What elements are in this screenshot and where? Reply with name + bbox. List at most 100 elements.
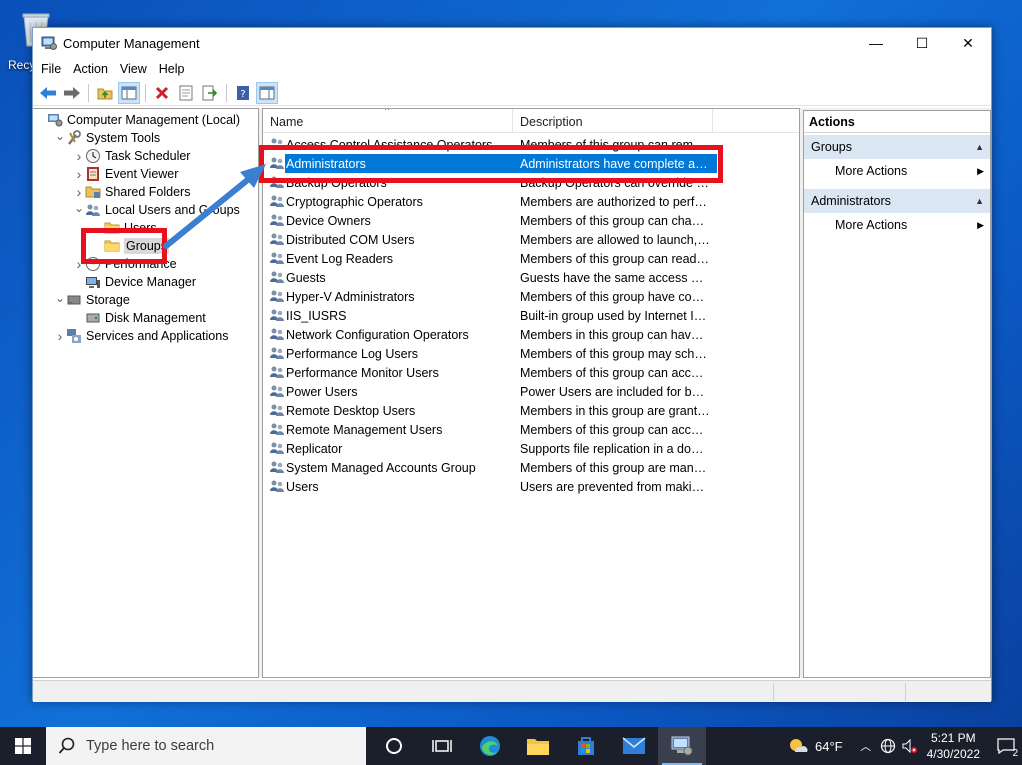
- group-row[interactable]: Users Users are prevented from making ...: [263, 477, 799, 496]
- taskbar-search-box[interactable]: Type here to search: [46, 727, 366, 765]
- group-icon: [270, 404, 284, 416]
- menu-action[interactable]: Action: [67, 58, 114, 80]
- group-row[interactable]: Remote Desktop Users Members in this grou…: [263, 401, 799, 420]
- tree-item-local-users-and-groups[interactable]: ⌄ Local Users and Groups: [73, 201, 240, 219]
- window-title: Computer Management: [63, 35, 200, 51]
- show-hidden-icons-button[interactable]: ︿: [856, 727, 876, 765]
- menu-help[interactable]: Help: [153, 58, 191, 80]
- start-button[interactable]: [0, 727, 46, 765]
- actions-section-groups[interactable]: Groups ▲: [804, 135, 990, 159]
- collapsed-chevron-icon[interactable]: ›: [73, 147, 85, 165]
- toolbar-separator: [88, 83, 89, 102]
- status-bar: [33, 680, 991, 702]
- group-row[interactable]: IIS_IUSRS Built-in group used by Internet…: [263, 306, 799, 325]
- actions-section-label: Groups: [811, 140, 852, 154]
- edge-taskbar-button[interactable]: [466, 727, 514, 765]
- task-view-button[interactable]: [418, 727, 466, 765]
- menu-view[interactable]: View: [114, 58, 153, 80]
- submenu-arrow-icon: ▶: [977, 219, 984, 230]
- help-button[interactable]: ?: [232, 82, 254, 104]
- tree-item-device-manager[interactable]: Device Manager: [73, 273, 196, 291]
- actions-section-administrators[interactable]: Administrators ▲: [804, 189, 990, 213]
- weather-widget[interactable]: 64°F: [787, 736, 843, 756]
- tree-item-storage[interactable]: ⌄ Storage: [54, 291, 130, 309]
- volume-button[interactable]: [900, 727, 920, 765]
- expanded-chevron-icon[interactable]: ⌄: [54, 127, 66, 145]
- close-button[interactable]: ✕: [945, 28, 991, 58]
- system-tools-icon: [68, 130, 81, 145]
- delete-button[interactable]: [151, 82, 173, 104]
- clock[interactable]: 5:21 PM 4/30/2022: [927, 730, 980, 762]
- store-taskbar-button[interactable]: [562, 727, 610, 765]
- collapse-triangle-icon: ▲: [975, 196, 984, 206]
- file-explorer-taskbar-button[interactable]: [514, 727, 562, 765]
- disk-icon: [86, 313, 100, 323]
- network-button[interactable]: [878, 727, 898, 765]
- clock-date: 4/30/2022: [926, 747, 980, 761]
- group-description: Members are authorized to perfor...: [520, 194, 710, 209]
- group-description: Power Users are included for back...: [520, 384, 710, 399]
- group-name: Performance Monitor Users: [286, 365, 439, 380]
- group-name: IIS_IUSRS: [286, 308, 347, 323]
- folder-up-icon: [97, 88, 113, 99]
- title-bar[interactable]: Computer Management — ☐ ✕: [33, 28, 991, 58]
- group-row[interactable]: Performance Log Users Members of this gro…: [263, 344, 799, 363]
- event-viewer-icon: [87, 167, 99, 181]
- console-tree: Computer Management (Local) ⌄ System Tools…: [33, 108, 259, 678]
- more-actions-groups[interactable]: More Actions ▶: [804, 159, 990, 183]
- group-row[interactable]: Distributed COM Users Members are allowed…: [263, 230, 799, 249]
- group-row[interactable]: Guests Guests have the same access as m..…: [263, 268, 799, 287]
- list-header: Name ^ Description: [263, 109, 799, 133]
- column-header-description[interactable]: Description: [513, 109, 713, 133]
- menu-file[interactable]: File: [35, 58, 67, 80]
- group-row[interactable]: System Managed Accounts Group Members of …: [263, 458, 799, 477]
- computer-management-taskbar-button[interactable]: [658, 727, 706, 765]
- tree-item-task-scheduler[interactable]: › Task Scheduler: [73, 147, 191, 165]
- computer-management-icon: [671, 736, 693, 756]
- up-one-level-button[interactable]: [94, 82, 116, 104]
- group-icon: [270, 309, 284, 321]
- expanded-chevron-icon[interactable]: ⌄: [73, 199, 85, 217]
- group-row[interactable]: Hyper-V Administrators Members of this gr…: [263, 287, 799, 306]
- back-button[interactable]: [37, 82, 59, 104]
- collapsed-chevron-icon[interactable]: ›: [73, 165, 85, 183]
- group-row[interactable]: Performance Monitor Users Members of this…: [263, 363, 799, 382]
- actions-title: Actions: [804, 111, 990, 133]
- group-name: Replicator: [286, 441, 343, 456]
- tree-item-event-viewer[interactable]: › Event Viewer: [73, 165, 179, 183]
- group-description: Members of this group have com...: [520, 289, 710, 304]
- cortana-button[interactable]: [370, 727, 418, 765]
- group-row[interactable]: Remote Management Users Members of this g…: [263, 420, 799, 439]
- group-row[interactable]: Device Owners Members of this group can c…: [263, 211, 799, 230]
- minimize-button[interactable]: —: [853, 28, 899, 58]
- notification-center-button[interactable]: 2: [991, 727, 1021, 765]
- tree-item-shared-folders[interactable]: › Shared Folders: [73, 183, 191, 201]
- help-icon: ?: [237, 85, 249, 100]
- show-hide-action-pane-button[interactable]: [256, 81, 278, 104]
- tree-item-label: Disk Management: [105, 311, 206, 325]
- group-name: System Managed Accounts Group: [286, 460, 476, 475]
- show-hide-console-tree-button[interactable]: [118, 81, 140, 104]
- group-row[interactable]: Cryptographic Operators Members are autho…: [263, 192, 799, 211]
- tree-item-system-tools[interactable]: ⌄ System Tools: [54, 129, 160, 147]
- mail-taskbar-button[interactable]: [610, 727, 658, 765]
- group-row[interactable]: Event Log Readers Members of this group c…: [263, 249, 799, 268]
- forward-button[interactable]: [61, 82, 83, 104]
- properties-button[interactable]: [175, 82, 197, 104]
- group-row[interactable]: Network Configuration Operators Members i…: [263, 325, 799, 344]
- tree-item-services-and-applications[interactable]: › Services and Applications: [54, 327, 229, 345]
- collapsed-chevron-icon[interactable]: ›: [54, 327, 66, 345]
- group-row[interactable]: Power Users Power Users are included for …: [263, 382, 799, 401]
- tree-item-disk-management[interactable]: Disk Management: [73, 309, 206, 327]
- weather-temperature: 64°F: [815, 738, 843, 754]
- group-description: Members of this group can acces...: [520, 365, 710, 380]
- toolbar: ?: [33, 80, 991, 106]
- expanded-chevron-icon[interactable]: ⌄: [54, 289, 66, 307]
- maximize-button[interactable]: ☐: [899, 28, 945, 58]
- export-list-button[interactable]: [199, 82, 221, 104]
- cortana-circle-icon: [386, 738, 402, 754]
- group-row[interactable]: Replicator Supports file replication in a…: [263, 439, 799, 458]
- tree-item-label: Device Manager: [105, 275, 197, 289]
- more-actions-administrators[interactable]: More Actions ▶: [804, 213, 990, 237]
